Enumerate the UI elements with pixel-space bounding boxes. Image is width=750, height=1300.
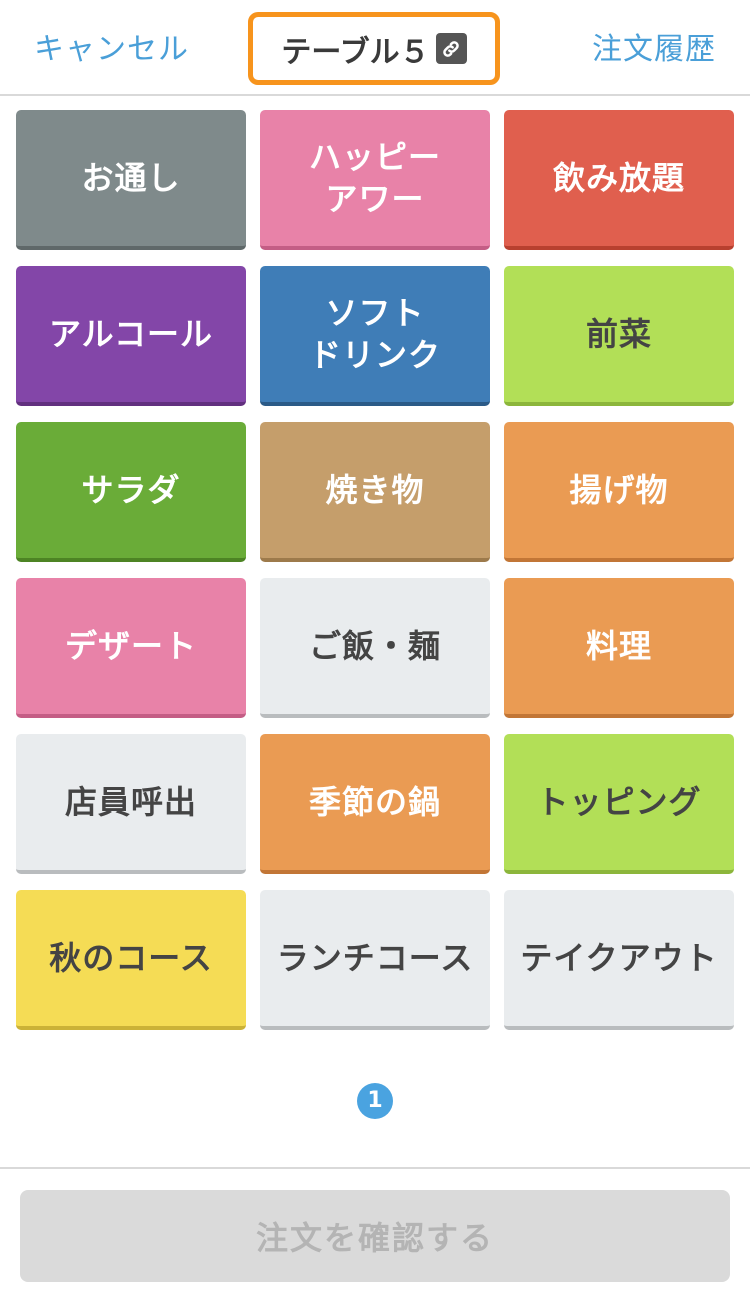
page-indicator[interactable]: 1 (357, 1083, 393, 1119)
category-tile[interactable]: アルコール (16, 266, 246, 406)
category-label: 焼き物 (325, 471, 425, 509)
category-tile[interactable]: 焼き物 (260, 422, 490, 562)
table-title-label: テーブル５ (281, 34, 430, 70)
category-label: 店員呼出 (64, 783, 197, 821)
category-label: 飲み放題 (552, 159, 685, 197)
category-label: ハッピー アワー (308, 138, 441, 218)
category-label: アルコール (48, 315, 214, 353)
category-label: ご飯・麺 (308, 627, 441, 665)
category-tile[interactable]: ソフト ドリンク (260, 266, 490, 406)
order-history-button[interactable]: 注文履歴 (592, 26, 716, 74)
category-label: ソフト ドリンク (308, 294, 441, 374)
link-icon (435, 33, 467, 64)
cancel-button[interactable]: キャンセル (34, 26, 189, 74)
category-tile[interactable]: 季節の鍋 (260, 734, 490, 874)
category-tile[interactable]: ご飯・麺 (260, 578, 490, 718)
confirm-order-label: 注文を確認する (255, 1219, 494, 1257)
category-tile[interactable]: 飲み放題 (504, 110, 734, 250)
category-tile[interactable]: デザート (16, 578, 246, 718)
category-label: トッピング (536, 783, 702, 821)
category-label: テイクアウト (520, 939, 718, 977)
category-label: 料理 (585, 627, 652, 665)
category-label: 季節の鍋 (308, 783, 441, 821)
category-label: ランチコース (276, 939, 474, 977)
category-label: サラダ (81, 471, 181, 509)
category-tile[interactable]: 店員呼出 (16, 734, 246, 874)
category-tile[interactable]: 揚げ物 (504, 422, 734, 562)
category-tile[interactable]: お通し (16, 110, 246, 250)
category-tile[interactable]: 前菜 (504, 266, 734, 406)
table-title[interactable]: テーブル５ (248, 12, 500, 85)
category-label: 秋のコース (49, 939, 213, 977)
category-tile[interactable]: テイクアウト (504, 890, 734, 1030)
category-label: デザート (64, 627, 197, 665)
category-tile[interactable]: サラダ (16, 422, 246, 562)
category-tile[interactable]: ハッピー アワー (260, 110, 490, 250)
category-label: 前菜 (585, 315, 652, 353)
category-tile[interactable]: 料理 (504, 578, 734, 718)
footer-divider (0, 1167, 750, 1169)
header-bar: キャンセル テーブル５ 注文履歴 (0, 0, 750, 96)
confirm-order-button[interactable]: 注文を確認する (20, 1190, 730, 1282)
category-tile[interactable]: ランチコース (260, 890, 490, 1030)
category-label: お通し (81, 159, 181, 197)
category-tile[interactable]: トッピング (504, 734, 734, 874)
category-label: 揚げ物 (569, 471, 669, 509)
category-tile[interactable]: 秋のコース (16, 890, 246, 1030)
